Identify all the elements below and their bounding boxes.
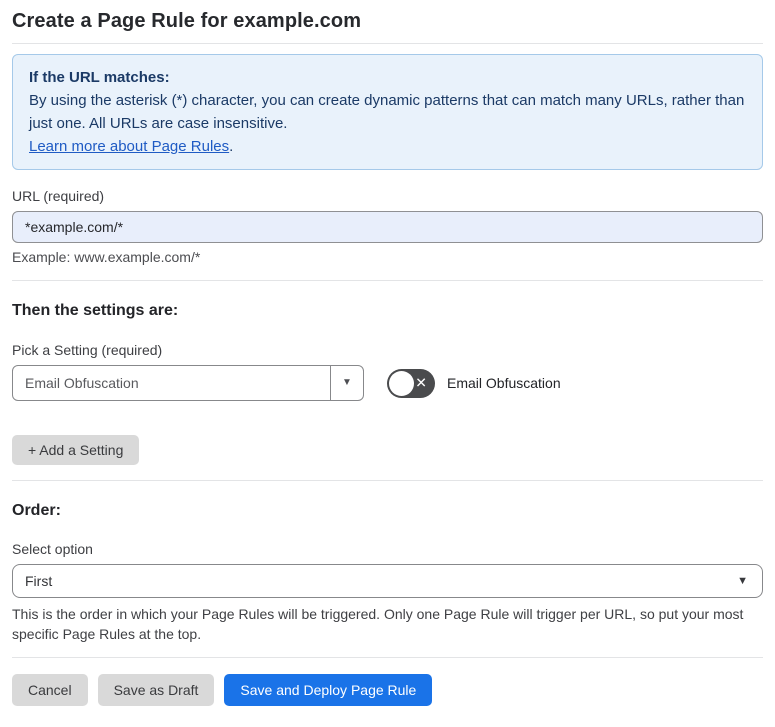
chevron-down-icon: ▼: [342, 377, 352, 388]
toggle-off-x-icon: ✕: [415, 374, 427, 391]
settings-section-heading: Then the settings are:: [12, 302, 179, 319]
url-input[interactable]: [12, 211, 763, 243]
toggle-knob: [389, 370, 414, 396]
chevron-down-icon: ▼: [737, 574, 748, 587]
order-select-value: First: [25, 573, 53, 589]
setting-select-arrow-box[interactable]: ▼: [330, 366, 363, 400]
link-suffix: .: [229, 138, 234, 155]
setting-select[interactable]: Email Obfuscation ▼: [12, 365, 364, 401]
url-example-helper: Example: www.example.com/*: [12, 249, 201, 265]
setting-select-value: Email Obfuscation: [25, 375, 139, 391]
save-and-deploy-button[interactable]: Save and Deploy Page Rule: [224, 674, 433, 706]
info-box-heading: If the URL matches:: [29, 69, 170, 86]
footer-divider: [12, 657, 763, 658]
toggle-label: Email Obfuscation: [447, 375, 561, 391]
order-select-label: Select option: [12, 541, 93, 557]
save-as-draft-button[interactable]: Save as Draft: [97, 674, 215, 706]
setting-row: Email Obfuscation ▼ ✕ Email Obfuscation: [12, 365, 763, 401]
url-section-divider: [12, 280, 763, 281]
page-title: Create a Page Rule for example.com: [12, 10, 362, 32]
footer-actions: Cancel Save as Draft Save and Deploy Pag…: [12, 674, 763, 706]
info-box-body: By using the asterisk (*) character, you…: [29, 92, 745, 132]
url-field-label: URL (required): [12, 188, 105, 204]
add-setting-button[interactable]: + Add a Setting: [12, 435, 140, 465]
title-divider: [12, 43, 763, 44]
settings-section-divider: [12, 480, 763, 481]
pick-setting-label: Pick a Setting (required): [12, 342, 163, 358]
order-helper-text: This is the order in which your Page Rul…: [12, 606, 744, 642]
email-obfuscation-toggle[interactable]: ✕: [387, 368, 435, 398]
order-select[interactable]: First ▼: [12, 564, 763, 598]
order-section-heading: Order:: [12, 502, 61, 519]
learn-more-link[interactable]: Learn more about Page Rules: [29, 138, 229, 155]
info-link-line: Learn more about Page Rules.: [29, 135, 746, 158]
cancel-button[interactable]: Cancel: [12, 674, 88, 706]
url-match-info-box: If the URL matches: By using the asteris…: [12, 54, 763, 170]
